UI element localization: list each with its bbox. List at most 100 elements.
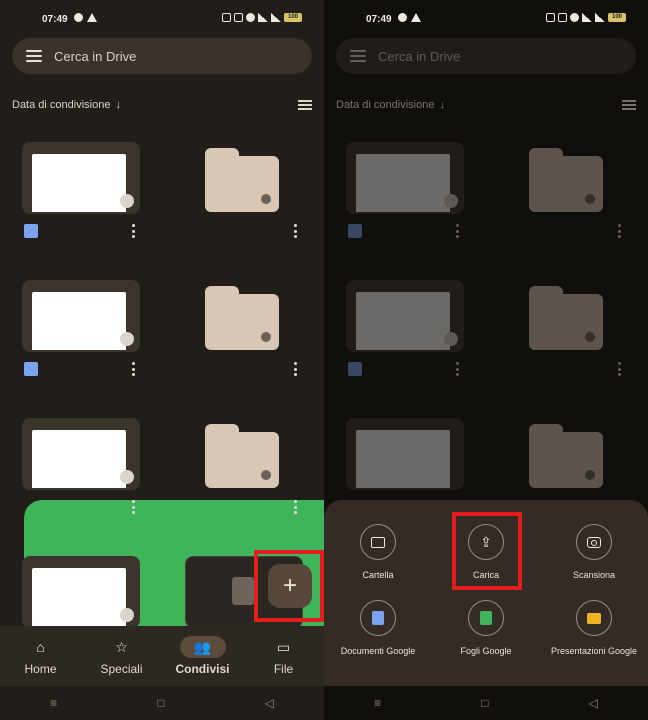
warning-icon bbox=[87, 13, 97, 22]
nfc-icon bbox=[222, 13, 231, 22]
sort-label: Data di condivisione bbox=[12, 99, 111, 111]
create-new-sheet: Cartella ⇪ Carica Scansiona Documenti Go… bbox=[324, 500, 648, 686]
status-bar: 07:49 100 bbox=[0, 12, 324, 28]
nav-item-label: Speciali bbox=[100, 662, 143, 676]
nav-item-home[interactable]: ⌂ Home bbox=[0, 626, 81, 686]
more-options-icon bbox=[455, 362, 459, 376]
nav-item-label: Home bbox=[24, 662, 57, 676]
battery-icon: 100 bbox=[284, 13, 302, 22]
recents-button[interactable]: ≡ bbox=[374, 696, 381, 710]
notification-icon bbox=[398, 13, 407, 22]
people-icon: 👥 bbox=[193, 638, 212, 655]
google-slides-icon bbox=[587, 612, 601, 624]
notification-icon bbox=[74, 13, 83, 22]
option-label: Cartella bbox=[362, 570, 394, 580]
status-left-icons bbox=[74, 13, 97, 22]
nav-item-label: File bbox=[273, 662, 294, 676]
more-options-icon[interactable] bbox=[293, 224, 297, 238]
upload-icon: ⇪ bbox=[480, 533, 492, 550]
search-bar: Cerca in Drive bbox=[336, 38, 636, 74]
document-preview bbox=[356, 292, 450, 350]
file-thumbnail bbox=[346, 418, 464, 490]
google-docs-option[interactable]: Documenti Google bbox=[326, 600, 430, 656]
nav-item-starred[interactable]: ☆ Speciali bbox=[81, 626, 162, 686]
shared-icon bbox=[444, 194, 458, 208]
list-view-icon bbox=[622, 100, 636, 110]
warning-icon bbox=[411, 13, 421, 22]
scan-option[interactable]: Scansiona bbox=[542, 524, 646, 580]
signal-icon bbox=[595, 13, 605, 22]
system-navigation: ≡ □ ◁ bbox=[324, 686, 648, 720]
sort-label: Data di condivisione bbox=[336, 99, 435, 111]
nav-item-shared[interactable]: 👥 Condivisi bbox=[162, 626, 243, 686]
google-slides-option[interactable]: Presentazioni Google bbox=[542, 600, 646, 656]
wifi-icon bbox=[582, 13, 592, 22]
status-left-icons bbox=[398, 13, 421, 22]
vibrate-icon bbox=[558, 13, 567, 22]
document-preview bbox=[32, 568, 126, 626]
drive-shared-screen: 07:49 100 Cerca in Drive Data di condivi… bbox=[0, 0, 324, 720]
folder-icon bbox=[371, 536, 385, 548]
shared-folder-icon[interactable] bbox=[205, 148, 279, 212]
file-thumbnail[interactable] bbox=[22, 418, 140, 490]
menu-icon[interactable] bbox=[26, 50, 42, 62]
arrow-down-icon: ↓ bbox=[439, 99, 445, 111]
battery-icon: 100 bbox=[608, 13, 626, 22]
list-view-icon[interactable] bbox=[298, 100, 312, 110]
more-options-icon[interactable] bbox=[131, 362, 135, 376]
file-thumbnail bbox=[346, 142, 464, 214]
google-docs-icon bbox=[348, 224, 362, 238]
google-sheets-icon bbox=[480, 611, 492, 625]
file-thumbnail[interactable] bbox=[22, 142, 140, 214]
more-options-icon[interactable] bbox=[293, 500, 297, 514]
bottom-navigation: ⌂ Home ☆ Speciali 👥 Condivisi ▭ File bbox=[0, 626, 324, 686]
status-right-icons: 100 bbox=[546, 13, 626, 22]
shared-icon bbox=[120, 194, 134, 208]
shared-folder-icon bbox=[529, 424, 603, 488]
vibrate-icon bbox=[234, 13, 243, 22]
nav-item-files[interactable]: ▭ File bbox=[243, 626, 324, 686]
search-placeholder: Cerca in Drive bbox=[54, 48, 137, 64]
home-icon: ⌂ bbox=[36, 639, 45, 655]
spreadsheet-preview bbox=[356, 430, 450, 488]
shared-icon bbox=[120, 470, 134, 484]
sort-control: Data di condivisione ↓ bbox=[336, 99, 445, 111]
shared-folder-icon[interactable] bbox=[205, 286, 279, 350]
back-button[interactable]: ◁ bbox=[589, 696, 598, 710]
more-options-icon bbox=[617, 224, 621, 238]
option-label: Fogli Google bbox=[460, 646, 512, 656]
home-button[interactable]: □ bbox=[157, 696, 164, 710]
recents-button[interactable]: ≡ bbox=[50, 696, 57, 710]
file-thumbnail[interactable] bbox=[22, 556, 140, 628]
google-docs-icon bbox=[348, 362, 362, 376]
shared-folder-icon[interactable] bbox=[205, 424, 279, 488]
shared-folder-icon bbox=[529, 148, 603, 212]
option-label: Carica bbox=[472, 570, 499, 580]
home-button[interactable]: □ bbox=[481, 696, 488, 710]
search-bar[interactable]: Cerca in Drive bbox=[12, 38, 312, 74]
google-docs-icon bbox=[24, 362, 38, 376]
more-options-icon[interactable] bbox=[131, 224, 135, 238]
option-label: Documenti Google bbox=[340, 646, 416, 656]
nav-item-label: Condivisi bbox=[175, 662, 230, 676]
create-folder-option[interactable]: Cartella bbox=[326, 524, 430, 580]
create-new-button[interactable]: + bbox=[268, 564, 312, 608]
google-sheets-option[interactable]: Fogli Google bbox=[434, 600, 538, 656]
more-options-icon[interactable] bbox=[293, 362, 297, 376]
file-thumbnail[interactable] bbox=[22, 280, 140, 352]
shared-icon bbox=[444, 332, 458, 346]
more-options-icon[interactable] bbox=[131, 500, 135, 514]
folder-icon: ▭ bbox=[276, 638, 291, 655]
back-button[interactable]: ◁ bbox=[265, 696, 274, 710]
status-time: 07:49 bbox=[42, 14, 68, 25]
status-time: 07:49 bbox=[366, 14, 392, 25]
camera-icon bbox=[587, 536, 601, 548]
system-navigation: ≡ □ ◁ bbox=[0, 686, 324, 720]
google-docs-icon bbox=[372, 611, 384, 625]
document-preview bbox=[32, 154, 126, 212]
upload-option[interactable]: ⇪ Carica bbox=[434, 524, 538, 580]
wifi-icon bbox=[258, 13, 268, 22]
document-preview bbox=[32, 292, 126, 350]
sort-control[interactable]: Data di condivisione ↓ bbox=[12, 99, 121, 111]
status-right-icons: 100 bbox=[222, 13, 302, 22]
